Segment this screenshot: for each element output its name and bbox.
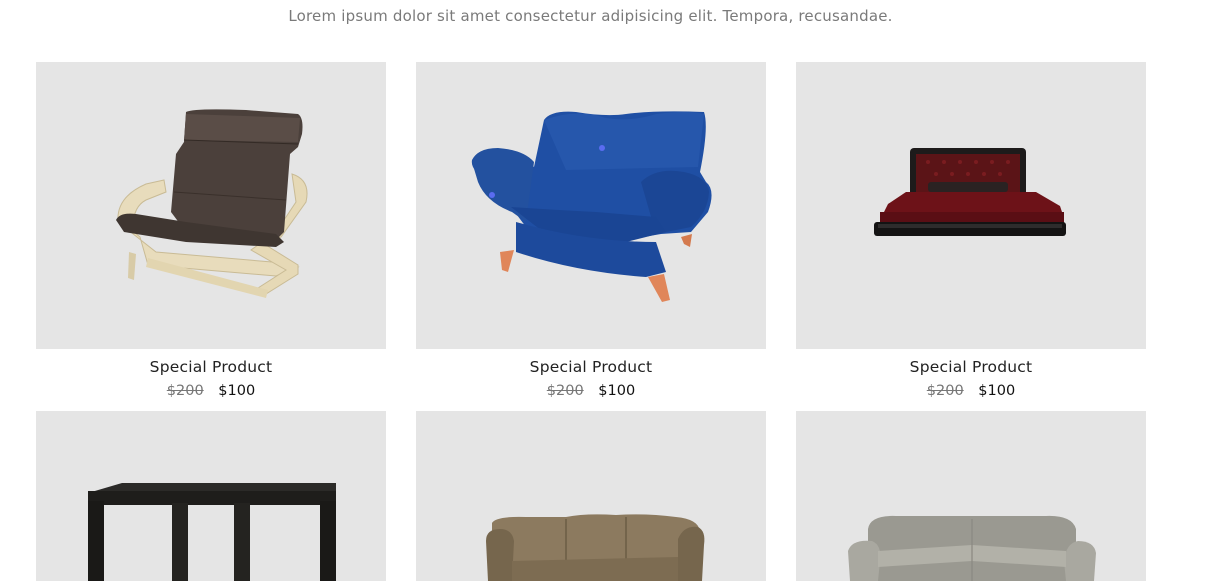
product-price: $200 $100 <box>416 383 766 399</box>
sofa-icon <box>486 514 705 581</box>
product-image[interactable] <box>416 62 766 349</box>
product-image[interactable] <box>36 411 386 581</box>
product-name[interactable]: Special Product <box>416 358 766 376</box>
table-icon <box>88 483 336 581</box>
chair-icon <box>116 109 308 298</box>
product-image[interactable] <box>796 411 1146 581</box>
sale-price: $100 <box>598 383 636 399</box>
armchair-icon <box>471 111 712 302</box>
product-card[interactable] <box>416 411 766 581</box>
product-price: $200 $100 <box>796 383 1146 399</box>
product-name[interactable]: Special Product <box>796 358 1146 376</box>
product-image[interactable] <box>796 62 1146 349</box>
product-price: $200 $100 <box>36 383 386 399</box>
product-card[interactable]: Special Product $200 $100 <box>36 62 386 399</box>
product-card[interactable] <box>36 411 386 581</box>
couch-icon <box>848 515 1096 581</box>
old-price: $200 <box>926 383 964 399</box>
old-price: $200 <box>546 383 584 399</box>
product-name[interactable]: Special Product <box>36 358 386 376</box>
sale-price: $100 <box>978 383 1016 399</box>
product-image[interactable] <box>36 62 386 349</box>
bed-icon <box>874 148 1066 236</box>
product-card[interactable] <box>796 411 1146 581</box>
sale-price: $100 <box>218 383 256 399</box>
product-card[interactable]: Special Product $200 $100 <box>416 62 766 399</box>
product-image[interactable] <box>416 411 766 581</box>
old-price: $200 <box>166 383 204 399</box>
product-card[interactable]: Special Product $200 $100 <box>796 62 1146 399</box>
section-subtitle: Lorem ipsum dolor sit amet consectetur a… <box>288 7 893 25</box>
